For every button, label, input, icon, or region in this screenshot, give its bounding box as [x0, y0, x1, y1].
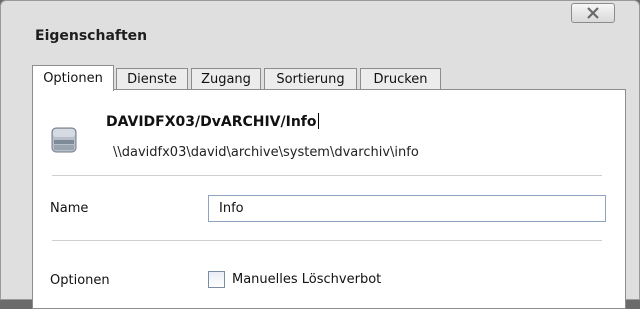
close-icon — [587, 7, 599, 19]
tab-optionen[interactable]: Optionen — [32, 65, 114, 91]
manual-delete-lock-label[interactable]: Manuelles Löschverbot — [232, 272, 381, 287]
text-caret — [317, 113, 319, 129]
tab-drucken[interactable]: Drucken — [360, 68, 441, 89]
separator — [52, 240, 602, 241]
object-title: DAVIDFX03/DvARCHIV/Info — [106, 113, 319, 130]
options-label: Optionen — [50, 273, 110, 288]
name-label: Name — [50, 201, 89, 216]
object-path: \\davidfx03\david\archive\system\dvarchi… — [113, 145, 419, 160]
tab-dienste[interactable]: Dienste — [116, 68, 188, 89]
close-button[interactable] — [571, 3, 615, 23]
dialog-title: Eigenschaften — [35, 28, 148, 44]
tab-zugang[interactable]: Zugang — [191, 68, 261, 89]
name-input[interactable] — [208, 195, 606, 222]
separator — [52, 175, 602, 176]
archive-drawer-icon — [51, 127, 77, 153]
manual-delete-lock-checkbox[interactable] — [208, 271, 225, 288]
tab-sortierung[interactable]: Sortierung — [264, 68, 357, 89]
